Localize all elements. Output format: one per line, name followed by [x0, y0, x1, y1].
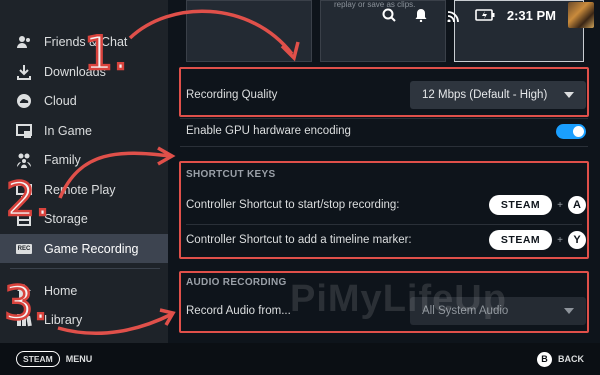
wifi-icon[interactable] [443, 5, 463, 25]
search-icon[interactable] [379, 5, 399, 25]
in-game-icon [16, 123, 32, 139]
divider [180, 146, 588, 147]
battery-icon[interactable] [475, 5, 495, 25]
sidebar-item-label: Storage [44, 211, 88, 226]
menu-hint[interactable]: STEAM MENU [16, 351, 92, 367]
download-icon [16, 64, 32, 80]
sidebar-item-label: Game Recording [44, 241, 139, 256]
avatar[interactable] [568, 2, 594, 28]
sidebar-item-family[interactable]: Family [0, 145, 168, 174]
cloud-icon [16, 93, 32, 109]
gpu-encoding-toggle[interactable] [556, 123, 586, 139]
family-icon [16, 152, 32, 168]
highlight-box-1 [179, 67, 589, 117]
sidebar-item-game-recording[interactable]: REC Game Recording [0, 234, 168, 263]
sidebar-divider [10, 268, 160, 269]
rec-badge: REC [15, 243, 33, 254]
steam-button-glyph: STEAM [16, 351, 60, 367]
back-label: BACK [558, 354, 584, 364]
rec-icon: REC [15, 241, 33, 257]
watermark: PiMyLifeUp [290, 278, 507, 320]
step-number-3: 3. [3, 275, 49, 332]
sidebar-item-label: Remote Play [44, 182, 116, 197]
back-hint[interactable]: B BACK [537, 351, 584, 367]
notification-bell-icon[interactable] [411, 5, 431, 25]
step-number-2: 2. [5, 171, 51, 228]
sidebar-item-label: Family [44, 152, 81, 167]
sidebar-item-cloud[interactable]: Cloud [0, 86, 168, 115]
clock: 2:31 PM [506, 7, 556, 23]
bottom-bar: STEAM MENU B BACK [0, 343, 600, 375]
divider [180, 118, 588, 119]
menu-label: MENU [65, 354, 93, 364]
sidebar-item-label: Cloud [44, 93, 77, 108]
gpu-encoding-label: Enable GPU hardware encoding [186, 125, 351, 137]
b-button-glyph: B [537, 351, 552, 367]
highlight-box-2 [179, 161, 589, 259]
sidebar-item-in-game[interactable]: In Game [0, 116, 168, 145]
step-number-1: 1. [83, 25, 129, 82]
sidebar-item-label: Library [44, 312, 83, 327]
gpu-encoding-row: Enable GPU hardware encoding [186, 122, 586, 140]
sidebar-item-label: Home [44, 283, 78, 298]
friends-icon [16, 34, 32, 50]
sidebar-item-label: In Game [44, 123, 92, 138]
